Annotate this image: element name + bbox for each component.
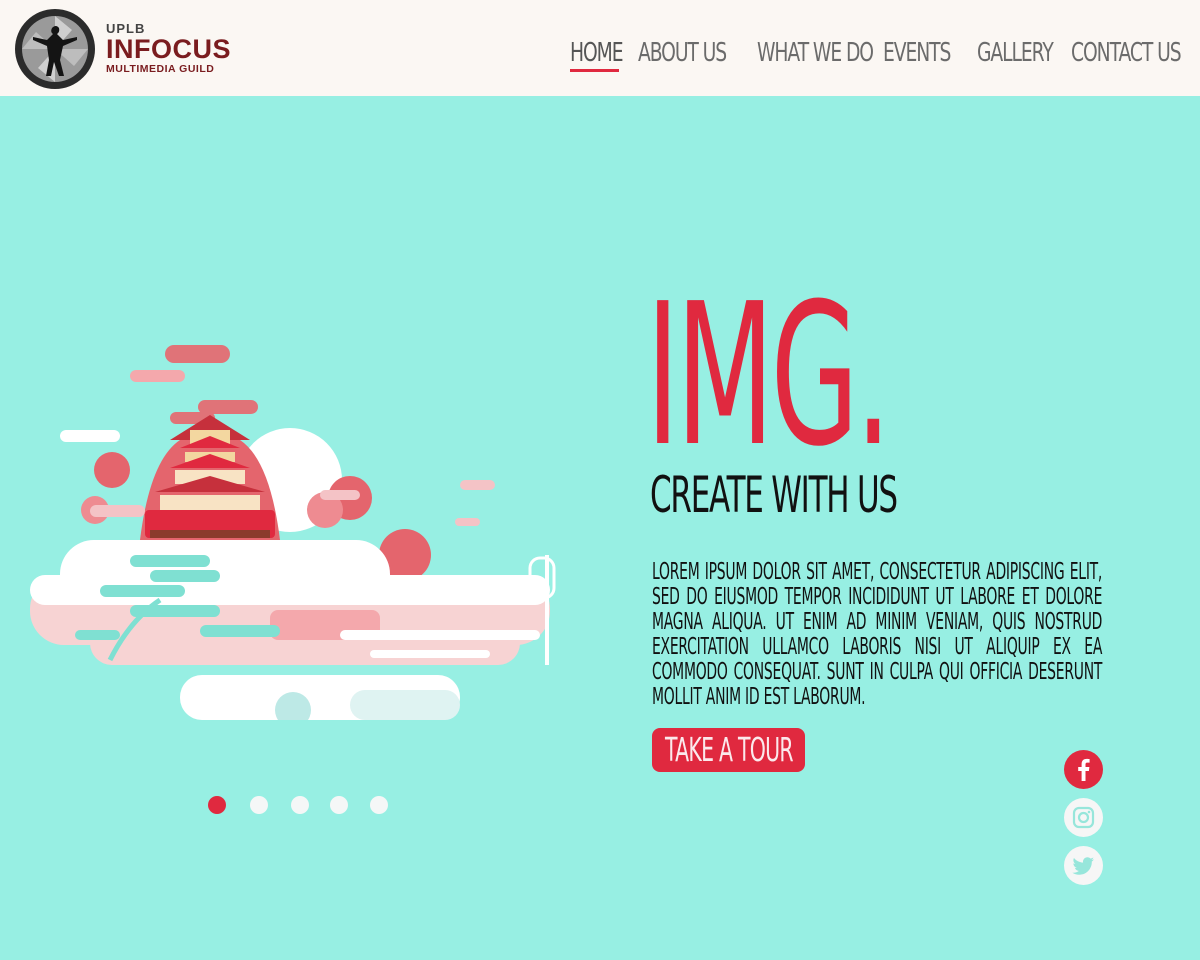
slider-dots bbox=[208, 796, 408, 814]
nav-about-us[interactable]: ABOUT US bbox=[638, 38, 727, 68]
site-header: UPLB INFOCUS MULTIMEDIA GUILD HOME ABOUT… bbox=[0, 0, 1200, 96]
slider-dot-1[interactable] bbox=[208, 796, 226, 814]
slider-dot-2[interactable] bbox=[250, 796, 268, 814]
hero-subtitle: CREATE WITH US bbox=[650, 466, 898, 524]
aperture-logo-icon bbox=[15, 9, 95, 89]
brand-tagline: MULTIMEDIA GUILD bbox=[106, 63, 215, 75]
slider-dot-3[interactable] bbox=[291, 796, 309, 814]
twitter-icon bbox=[1064, 846, 1103, 885]
nav-contact-us[interactable]: CONTACT US bbox=[1071, 38, 1182, 68]
brand-logo[interactable]: UPLB INFOCUS MULTIMEDIA GUILD bbox=[14, 8, 244, 90]
floating-temple-illustration bbox=[30, 345, 556, 720]
nav-events[interactable]: EVENTS bbox=[883, 38, 951, 68]
nav-active-underline bbox=[570, 69, 619, 72]
slider-dot-4[interactable] bbox=[330, 796, 348, 814]
hero-title: IMG. bbox=[646, 262, 891, 490]
nav-home[interactable]: HOME bbox=[570, 38, 624, 68]
facebook-icon bbox=[1064, 750, 1103, 789]
nav-gallery[interactable]: GALLERY bbox=[977, 38, 1054, 68]
hero-body-text: LOREM IPSUM DOLOR SIT AMET, CONSECTETUR … bbox=[652, 559, 1103, 710]
facebook-link[interactable] bbox=[1064, 750, 1103, 789]
instagram-icon bbox=[1064, 798, 1103, 837]
instagram-link[interactable] bbox=[1064, 798, 1103, 837]
take-a-tour-label: TAKE A TOUR bbox=[665, 730, 794, 769]
brand-name: INFOCUS bbox=[106, 34, 231, 64]
nav-what-we-do[interactable]: WHAT WE DO bbox=[757, 38, 874, 68]
take-a-tour-button[interactable]: TAKE A TOUR bbox=[652, 728, 805, 772]
slider-dot-5[interactable] bbox=[370, 796, 388, 814]
twitter-link[interactable] bbox=[1064, 846, 1103, 885]
